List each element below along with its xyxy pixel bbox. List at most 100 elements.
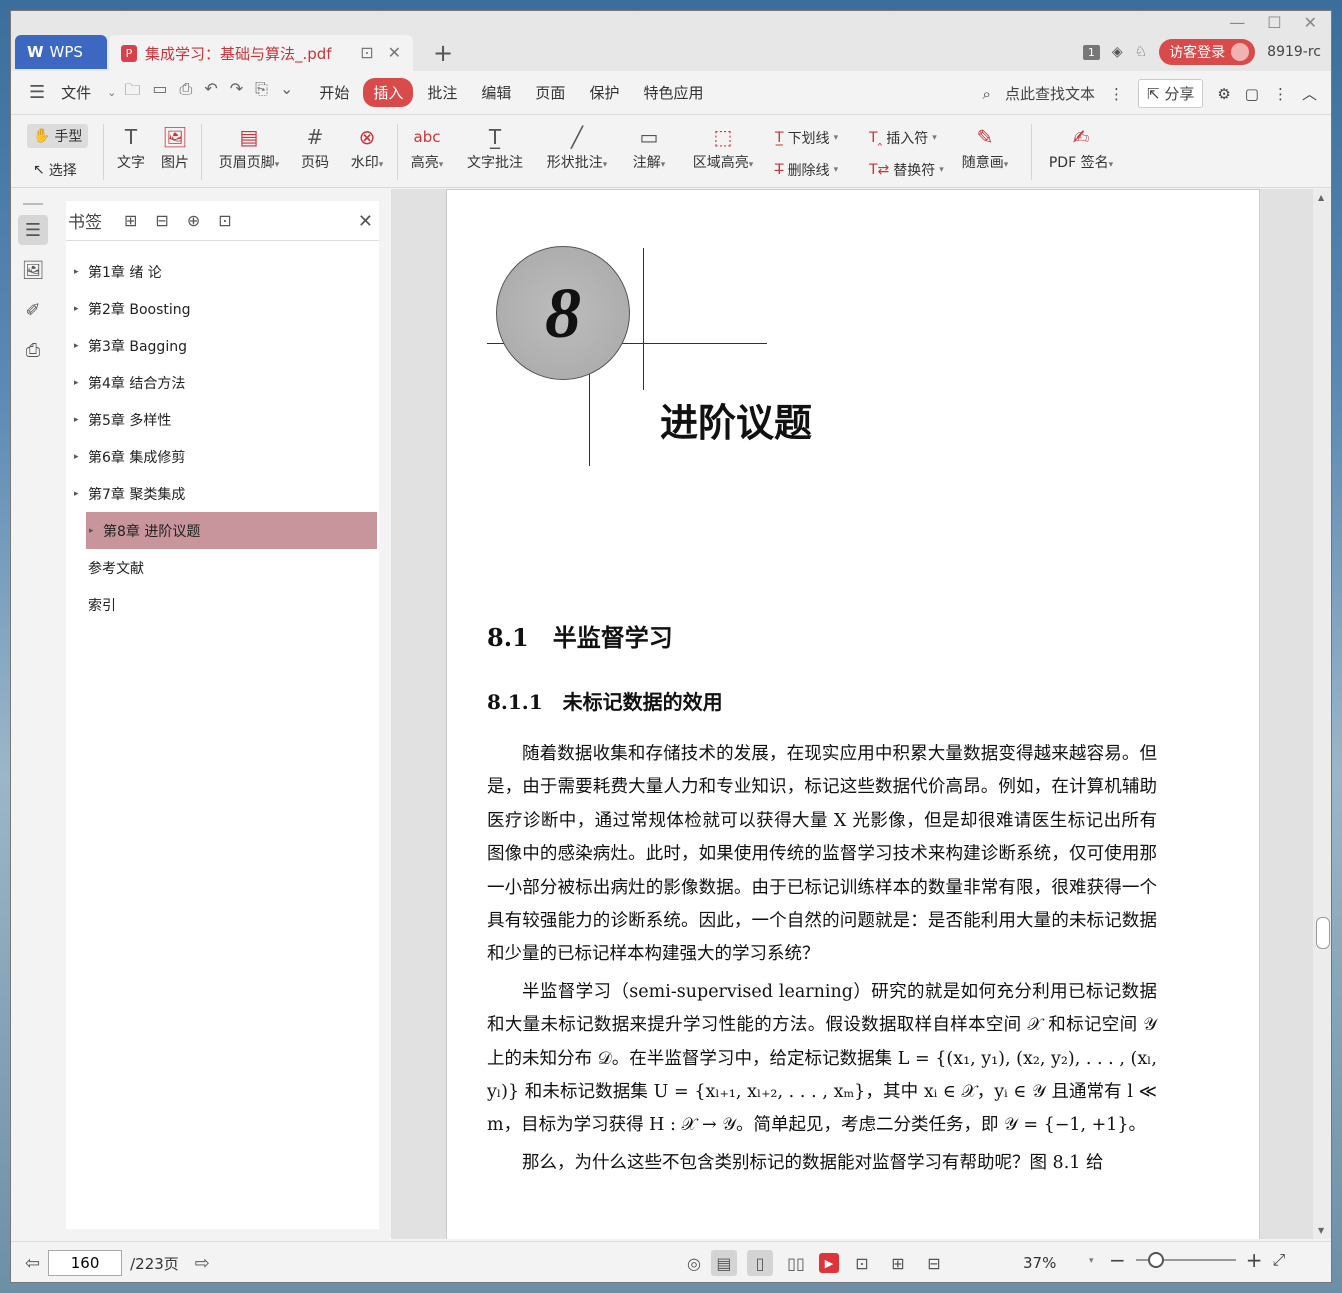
play-slideshow-icon[interactable]: ▶ [818,1253,839,1273]
bookmark-item[interactable]: ▸ 第2章 Boosting [66,290,379,327]
zoom-dropdown-icon[interactable]: ▾ [1089,1256,1094,1266]
bookmark-item[interactable]: ▸ 第7章 聚类集成 [66,475,379,512]
shirt-icon[interactable]: ♘ [1135,44,1148,60]
expand-arrow-icon[interactable]: ▸ [74,489,88,499]
chevron-down-icon[interactable]: ⌄ [107,86,116,99]
zoom-out-icon[interactable]: − [1109,1248,1126,1272]
collapse-all-icon[interactable]: ⊟ [155,211,168,230]
menu-page[interactable]: 页面 [525,78,575,107]
bookmark-item[interactable]: ▸ 第3章 Bagging [66,327,379,364]
open-folder-icon[interactable]: 🗀 [124,79,140,106]
insert-mark-button[interactable]: T‸ 插入符 ▾ [869,128,937,148]
continuous-view-icon[interactable]: ▤ [710,1250,737,1276]
minimize-icon[interactable]: — [1229,13,1245,32]
more-vertical-icon[interactable]: ⋮ [1109,85,1124,103]
redo-icon[interactable]: ↷ [230,79,243,106]
zoom-slider[interactable] [1135,1252,1236,1268]
scroll-down-icon[interactable]: ▼ [1318,1226,1324,1235]
expand-all-icon[interactable]: ⊞ [124,211,137,230]
expand-arrow-icon[interactable]: ▸ [89,526,103,536]
more-quick-icon[interactable]: ⌄ [280,79,293,106]
bookmark-item[interactable]: ▸ 第5章 多样性 [66,401,379,438]
fullscreen-icon[interactable]: ⤢ [1273,1250,1286,1270]
close-panel-icon[interactable]: ✕ [358,211,373,232]
tab-document[interactable]: P 集成学习：基础与算法_.pdf ⊡ ✕ [109,35,413,71]
scroll-up-icon[interactable]: ▲ [1318,193,1324,202]
single-page-view-icon[interactable]: ▯ [746,1250,773,1276]
bookmark-item-selected[interactable]: ▸ 第8章 进阶议题 [86,512,377,549]
bookmark-panel-icon[interactable]: ☰ [18,215,48,245]
dual-page-view-icon[interactable]: ▯▯ [783,1250,809,1276]
tab-wps-home[interactable]: W WPS [15,35,107,69]
page-number-button[interactable]: # 页码 [295,122,335,172]
comment-icon[interactable]: ▢ [1245,85,1259,103]
pdf-sign-button[interactable]: ✍ PDF 签名▾ [1041,122,1121,172]
guest-login-button[interactable]: 访客登录 [1159,39,1256,65]
scroll-thumb[interactable] [1316,917,1330,949]
hamburger-icon[interactable]: ☰ [29,82,45,103]
text-annotation-button[interactable]: T̲ 文字批注 [463,122,527,172]
eye-protect-icon[interactable]: ◎ [687,1254,701,1273]
expand-arrow-icon[interactable]: ▸ [74,415,88,425]
prev-page-icon[interactable]: ⇦ [25,1253,40,1274]
add-bookmark-icon[interactable]: ⊕ [187,211,200,230]
settings-icon[interactable]: ⚙ [1217,85,1230,103]
thumbnail-panel-icon[interactable]: 🖼 [18,255,48,285]
menu-edit[interactable]: 编辑 [471,78,521,107]
shape-annotation-button[interactable]: ╱ 形状批注▾ [539,122,615,172]
menu-comment[interactable]: 批注 [417,78,467,107]
collapse-ribbon-icon[interactable]: ︿ [1302,83,1317,104]
search-icon[interactable]: ⌕ [983,85,991,103]
undo-icon[interactable]: ↶ [204,79,217,106]
new-tab-button[interactable]: + [433,39,453,67]
signature-panel-icon[interactable]: ⎙ [18,335,48,365]
zoom-in-icon[interactable]: + [1246,1248,1263,1272]
file-menu[interactable]: 文件 [51,78,101,107]
expand-arrow-icon[interactable]: ▸ [74,304,88,314]
bookmark-item[interactable]: ▸ 第4章 结合方法 [66,364,379,401]
bookmark-settings-icon[interactable]: ⊡ [218,211,231,230]
share-button[interactable]: ⇱ 分享 [1137,79,1204,108]
export-icon[interactable]: ⎘ [255,79,268,106]
annotation-panel-icon[interactable]: ✐ [18,295,48,325]
area-highlight-button[interactable]: ⬚ 区域高亮▾ [685,122,761,172]
expand-arrow-icon[interactable]: ▸ [74,452,88,462]
header-footer-button[interactable]: ▤ 页眉页脚▾ [211,122,287,172]
replace-mark-button[interactable]: T⇄ 替换符 ▾ [869,160,944,180]
bookmark-item[interactable]: 参考文献 [66,549,379,586]
bookmark-item[interactable]: ▸ 第1章 绪 论 [66,253,379,290]
find-text-button[interactable]: 点此查找文本 [1005,83,1095,104]
close-tab-icon[interactable]: ✕ [388,43,401,62]
more-options-icon[interactable]: ⋮ [1273,85,1288,103]
note-button[interactable]: ▭ 注解▾ [627,122,671,172]
document-viewport[interactable]: 8 进阶议题 8.1 半监督学习 8.1.1 未标记数据的效用 随着数据收集和存… [391,189,1321,1239]
actual-size-icon[interactable]: ⊡ [849,1250,875,1276]
pin-tab-icon[interactable]: ⊡ [360,43,373,62]
skin-icon[interactable]: ◈ [1112,44,1123,60]
menu-features[interactable]: 特色应用 [633,78,713,107]
insert-image-button[interactable]: 🖼 图片 [157,122,193,172]
window-count-badge[interactable]: 1 [1082,44,1100,60]
expand-arrow-icon[interactable]: ▸ [74,341,88,351]
strikethrough-button[interactable]: T̶ 删除线 ▾ [775,160,838,180]
menu-insert[interactable]: 插入 [363,78,414,107]
next-page-icon[interactable]: ⇨ [195,1253,210,1274]
bookmark-item[interactable]: 索引 [66,586,379,623]
hand-tool-button[interactable]: ✋ 手型 [27,124,89,148]
zoom-level[interactable]: 37% [1023,1254,1056,1272]
vertical-scrollbar[interactable]: ▲ ▼ [1313,189,1331,1239]
save-icon[interactable]: ▭ [152,79,167,106]
expand-arrow-icon[interactable]: ▸ [74,267,88,277]
fit-width-icon[interactable]: ⊟ [921,1250,947,1276]
bookmark-item[interactable]: ▸ 第6章 集成修剪 [66,438,379,475]
zoom-slider-knob[interactable] [1147,1252,1164,1268]
insert-text-button[interactable]: T 文字 [113,122,149,172]
menu-protect[interactable]: 保护 [579,78,629,107]
underline-button[interactable]: T̲ 下划线 ▾ [775,128,838,148]
close-window-icon[interactable]: ✕ [1304,13,1317,32]
expand-arrow-icon[interactable]: ▸ [74,378,88,388]
select-tool-button[interactable]: ↖ 选择 [33,160,77,180]
highlight-button[interactable]: abc 高亮▾ [405,122,449,172]
maximize-icon[interactable]: ☐ [1267,13,1281,32]
menu-start[interactable]: 开始 [309,78,359,107]
